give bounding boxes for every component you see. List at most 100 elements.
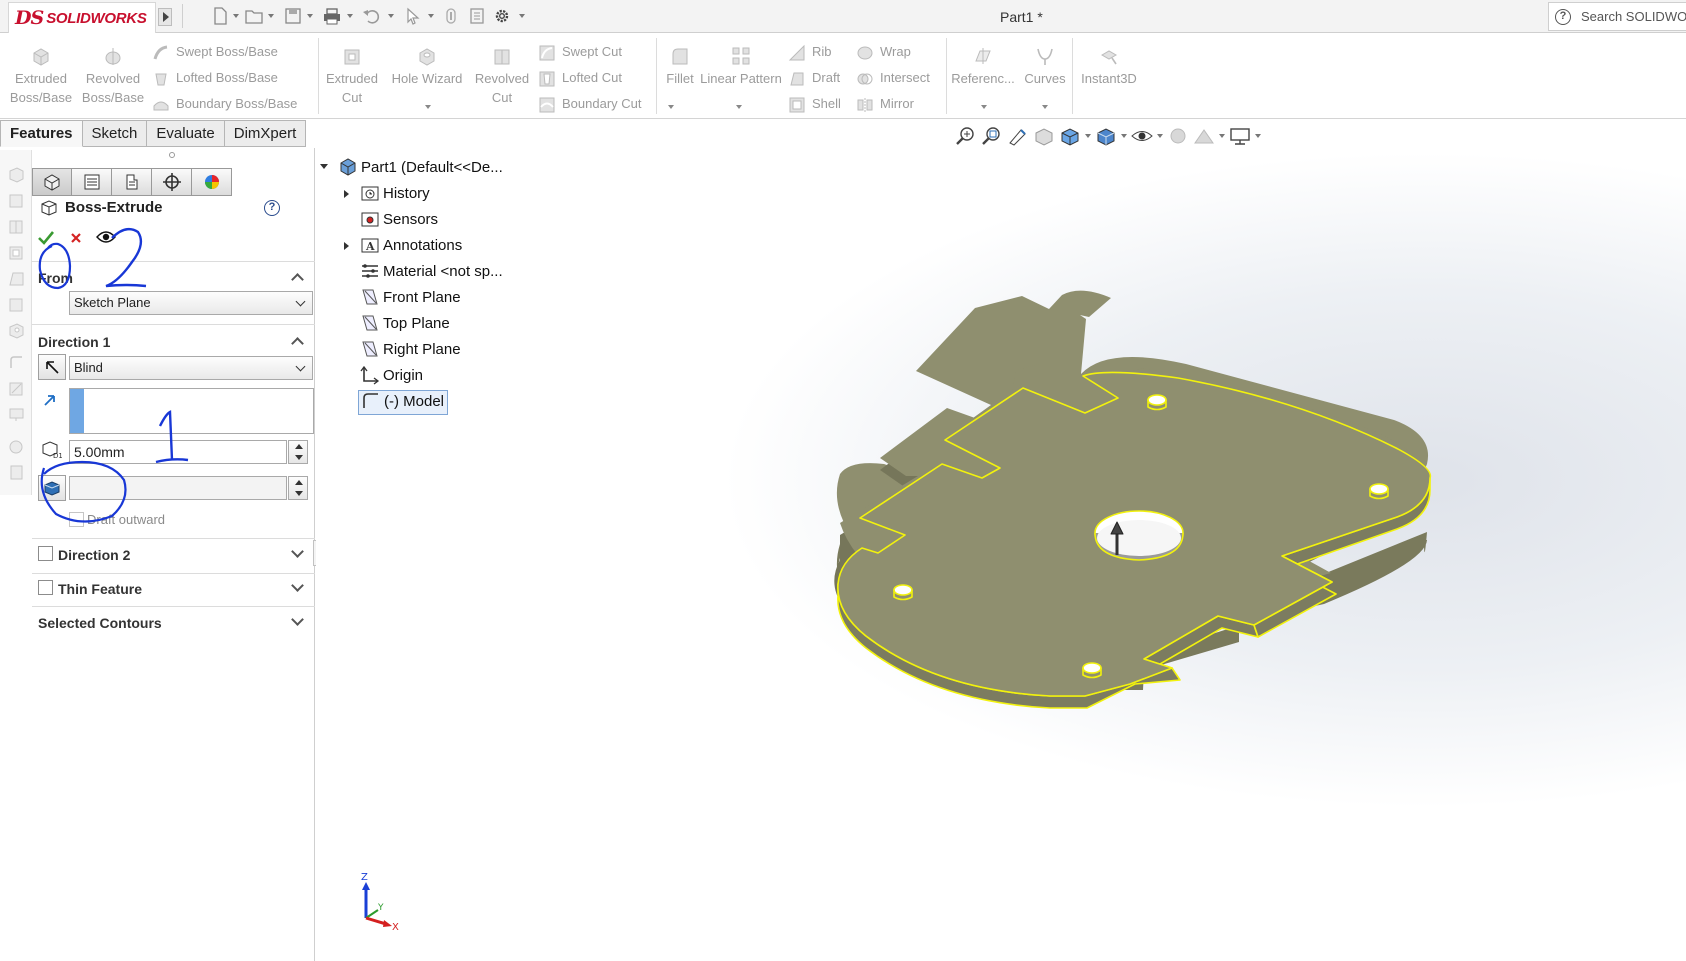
previous-view-icon[interactable] xyxy=(1007,126,1029,146)
rib-button[interactable]: Rib xyxy=(788,43,832,62)
tree-collapse-arrow[interactable] xyxy=(320,164,328,169)
search-input[interactable]: ? Search SOLIDWORKS xyxy=(1548,2,1686,31)
hole-wizard-dropdown-arrow[interactable] xyxy=(425,105,431,109)
menu-expand-arrow[interactable] xyxy=(158,8,172,26)
panel-grip[interactable] xyxy=(169,152,175,158)
configuration-manager-tab[interactable] xyxy=(112,168,152,196)
undo-dropdown-arrow[interactable] xyxy=(388,14,394,18)
linear-pattern-dropdown-arrow[interactable] xyxy=(736,105,742,109)
reverse-direction-button[interactable] xyxy=(38,354,66,380)
thin-feature-section-header[interactable]: Thin Feature xyxy=(58,579,312,597)
end-condition-select[interactable]: Blind xyxy=(69,356,313,380)
zoom-to-fit-icon[interactable] xyxy=(955,126,977,146)
wrap-button[interactable]: Wrap xyxy=(856,43,911,62)
help-icon[interactable]: ? xyxy=(264,200,280,216)
extrude-icon[interactable] xyxy=(8,166,25,183)
solidworks-logo[interactable]: DS SOLIDWORKS xyxy=(8,2,156,33)
revolved-cut-button[interactable]: Revolved Cut xyxy=(472,45,532,107)
from-section-header[interactable]: From xyxy=(38,270,312,286)
tree-item-material[interactable]: Material <not sp... xyxy=(360,261,503,283)
library-icon[interactable] xyxy=(8,464,25,481)
scene-dropdown-arrow[interactable] xyxy=(1219,134,1225,138)
display-icon[interactable] xyxy=(8,406,25,423)
view-settings-dropdown-arrow[interactable] xyxy=(1255,134,1261,138)
file-properties-icon[interactable] xyxy=(468,7,486,25)
tree-item-origin[interactable]: Origin xyxy=(360,365,423,387)
view-orientation-dropdown-arrow[interactable] xyxy=(1085,134,1091,138)
from-select[interactable]: Sketch Plane xyxy=(69,291,313,315)
direction-reference-field[interactable] xyxy=(69,388,314,434)
save-icon[interactable] xyxy=(284,7,302,25)
options-dropdown-arrow[interactable] xyxy=(519,14,525,18)
swept-boss-button[interactable]: Swept Boss/Base xyxy=(152,43,278,62)
feature-manager-tab[interactable] xyxy=(32,168,72,196)
draft-icon[interactable] xyxy=(8,270,25,287)
preview-eye-icon[interactable] xyxy=(96,230,116,244)
expand-chevron-icon[interactable] xyxy=(291,613,304,626)
draft-on-off-button[interactable] xyxy=(38,475,66,501)
draft-button[interactable]: Draft xyxy=(788,69,840,88)
undo-icon[interactable] xyxy=(362,7,380,25)
property-manager-tab[interactable] xyxy=(72,168,112,196)
curves-dropdown-arrow[interactable] xyxy=(1042,105,1048,109)
revolve-icon[interactable] xyxy=(8,218,25,235)
depth-input[interactable]: 5.00mm xyxy=(69,440,287,464)
mass-icon[interactable] xyxy=(8,438,25,455)
tree-expand-arrow[interactable] xyxy=(344,242,349,250)
draft-outward-checkbox[interactable] xyxy=(69,512,84,527)
display-manager-tab[interactable] xyxy=(192,168,232,196)
direction1-section-header[interactable]: Direction 1 xyxy=(38,334,312,350)
section-view-icon[interactable] xyxy=(1033,126,1055,146)
shell-button[interactable]: Shell xyxy=(788,95,841,114)
sketch-icon[interactable] xyxy=(8,380,25,397)
display-style-dropdown-arrow[interactable] xyxy=(1121,134,1127,138)
revolved-boss-button[interactable]: Revolved Boss/Base xyxy=(80,45,146,107)
open-dropdown-arrow[interactable] xyxy=(268,14,274,18)
tree-item-front-plane[interactable]: Front Plane xyxy=(360,287,461,309)
direction2-checkbox[interactable] xyxy=(38,546,53,561)
lofted-boss-button[interactable]: Lofted Boss/Base xyxy=(152,69,278,88)
extruded-cut-button[interactable]: Extruded Cut xyxy=(322,45,382,107)
direction2-section-header[interactable]: Direction 2 xyxy=(58,545,312,563)
thin-feature-checkbox[interactable] xyxy=(38,580,53,595)
expand-chevron-icon[interactable] xyxy=(291,545,304,558)
expand-chevron-icon[interactable] xyxy=(291,579,304,592)
collapse-chevron-icon[interactable] xyxy=(291,273,304,286)
selected-contours-section-header[interactable]: Selected Contours xyxy=(38,613,312,631)
tab-evaluate[interactable]: Evaluate xyxy=(147,120,225,147)
reference-dropdown-arrow[interactable] xyxy=(981,105,987,109)
fillet-button[interactable]: Fillet xyxy=(660,45,700,88)
tree-expand-arrow[interactable] xyxy=(344,190,349,198)
boundary-cut-button[interactable]: Boundary Cut xyxy=(538,95,642,114)
zoom-to-area-icon[interactable] xyxy=(981,126,1003,146)
edit-appearance-icon[interactable] xyxy=(1167,126,1189,146)
reference-geometry-button[interactable]: Referenc... xyxy=(950,45,1016,88)
new-document-icon[interactable] xyxy=(211,7,229,25)
view-orientation-icon[interactable] xyxy=(1059,126,1081,146)
tab-features[interactable]: Features xyxy=(0,120,83,147)
draft-angle-spinner[interactable] xyxy=(288,476,308,500)
print-icon[interactable] xyxy=(322,7,340,25)
tree-root-part1[interactable]: Part1 (Default<<De... xyxy=(338,157,503,179)
graphics-area[interactable]: Z Y X xyxy=(316,120,1686,961)
tree-item-history[interactable]: History xyxy=(360,183,430,205)
view-settings-monitor-icon[interactable] xyxy=(1229,126,1251,146)
new-dropdown-arrow[interactable] xyxy=(233,14,239,18)
select-cursor-icon[interactable] xyxy=(404,7,422,25)
tree-item-model-sketch[interactable]: (-) Model xyxy=(358,390,449,415)
tree-item-top-plane[interactable]: Top Plane xyxy=(360,313,450,335)
tab-dimxpert[interactable]: DimXpert xyxy=(224,120,307,147)
tree-item-right-plane[interactable]: Right Plane xyxy=(360,339,461,361)
intersect-button[interactable]: Intersect xyxy=(856,69,930,88)
options-gear-icon[interactable] xyxy=(493,7,511,25)
feature-icon[interactable] xyxy=(8,296,25,313)
reference-triad[interactable]: Z Y X xyxy=(356,870,406,930)
cut-icon[interactable] xyxy=(8,192,25,209)
mirror-button[interactable]: Mirror xyxy=(856,95,914,114)
hide-show-items-icon[interactable] xyxy=(1131,126,1153,146)
tree-item-annotations[interactable]: A Annotations xyxy=(360,235,462,257)
rebuild-icon[interactable] xyxy=(443,7,461,25)
shell-icon[interactable] xyxy=(8,244,25,261)
open-folder-icon[interactable] xyxy=(245,7,263,25)
curves-button[interactable]: Curves xyxy=(1020,45,1070,88)
